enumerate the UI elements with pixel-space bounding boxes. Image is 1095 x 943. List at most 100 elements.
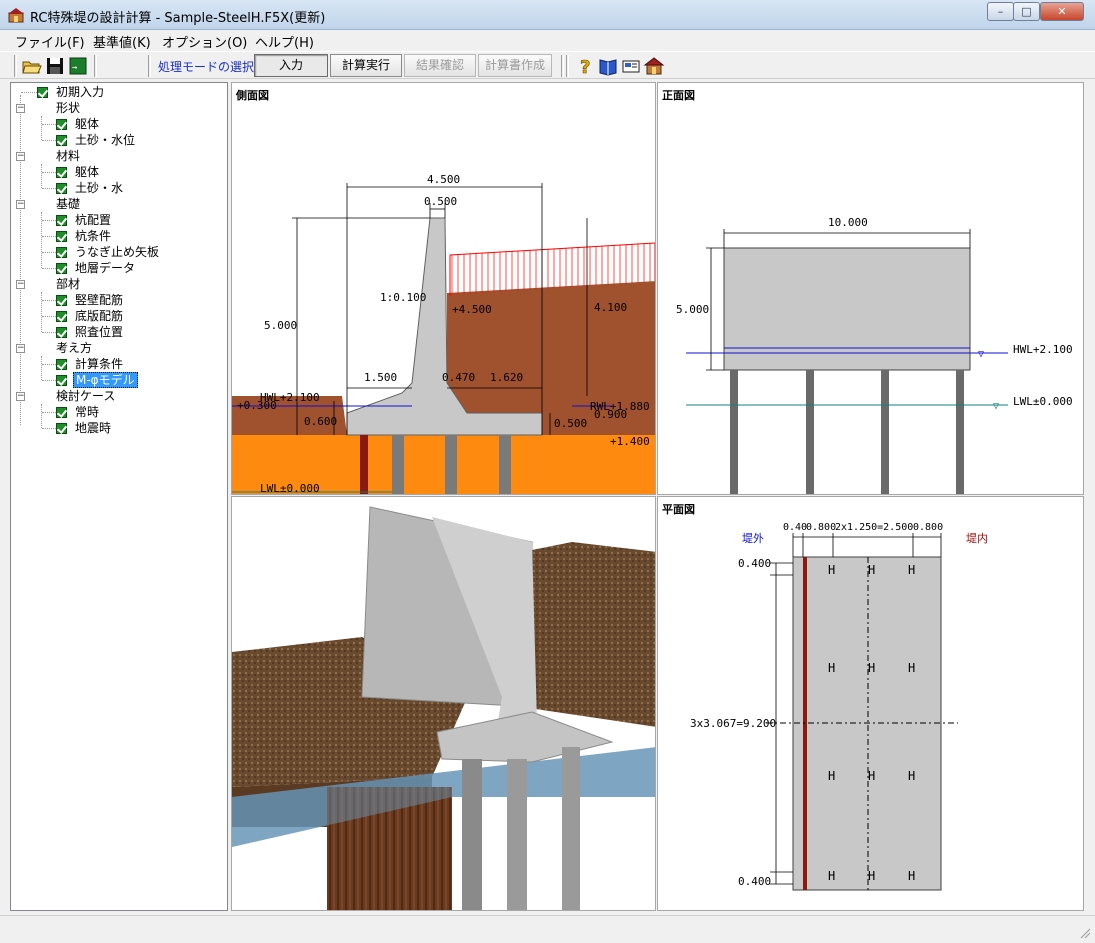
tree-check[interactable] bbox=[56, 311, 67, 322]
tree-line bbox=[42, 412, 56, 413]
tree-item-pile-layout[interactable]: 杭配置 bbox=[75, 213, 111, 227]
3d-model-drawing bbox=[232, 497, 655, 910]
tree-line bbox=[21, 92, 37, 93]
tree-group-member[interactable]: 部材 bbox=[56, 277, 80, 291]
dim-slope: 1:0.100 bbox=[380, 291, 426, 304]
tree-item-seismic[interactable]: 地震時 bbox=[75, 421, 111, 435]
open-folder-icon[interactable] bbox=[21, 55, 43, 77]
collapse-toggle[interactable]: − bbox=[16, 104, 25, 113]
collapse-toggle[interactable]: − bbox=[16, 344, 25, 353]
tree-check[interactable] bbox=[56, 407, 67, 418]
tree-item-normal[interactable]: 常時 bbox=[75, 405, 99, 419]
report-button[interactable]: 計算書作成 bbox=[478, 54, 552, 77]
tree-line bbox=[42, 300, 56, 301]
tree-item-material-soil[interactable]: 土砂・水 bbox=[75, 181, 123, 195]
minimize-button[interactable]: – bbox=[987, 2, 1014, 21]
tree-item-m-phi-model[interactable]: M-φモデル bbox=[73, 372, 138, 388]
3d-view-pane[interactable] bbox=[231, 496, 656, 911]
export-icon[interactable]: → bbox=[67, 55, 89, 77]
tree-check[interactable] bbox=[56, 183, 67, 194]
plan-dim-b: 0.800 bbox=[806, 522, 836, 533]
front-wall bbox=[723, 247, 971, 371]
collapse-toggle[interactable]: − bbox=[16, 200, 25, 209]
toolbar: → 処理モードの選択 入力 計算実行 結果確認 計算書作成 ? bbox=[0, 51, 1095, 79]
save-icon[interactable] bbox=[44, 55, 66, 77]
tree-check[interactable] bbox=[56, 215, 67, 226]
dim-d1: 0.470 bbox=[442, 371, 475, 384]
tree-line bbox=[41, 404, 42, 428]
menu-standard[interactable]: 基準値(K) bbox=[93, 32, 151, 51]
plan-view-pane[interactable]: 平面図 H H H H H H H H H H H H 堤外 堤内 0.40 0.800 2x1.25… bbox=[657, 496, 1084, 911]
3d-back-soil bbox=[522, 542, 655, 727]
help-icon[interactable]: ? bbox=[574, 55, 596, 77]
tree-line bbox=[42, 140, 56, 141]
toolbar-separator bbox=[94, 55, 97, 77]
input-button[interactable]: 入力 bbox=[254, 54, 328, 77]
tree-check[interactable] bbox=[37, 87, 48, 98]
tree-check[interactable] bbox=[56, 263, 67, 274]
tree-item-stratum[interactable]: 地層データ bbox=[75, 261, 135, 275]
tree-item-calc-condition[interactable]: 計算条件 bbox=[75, 357, 123, 371]
tree-check[interactable] bbox=[56, 327, 67, 338]
tree-line bbox=[42, 332, 56, 333]
svg-text:→: → bbox=[72, 63, 78, 73]
tree-item-pile-condition[interactable]: 杭条件 bbox=[75, 229, 111, 243]
tree-item-shape-soil[interactable]: 土砂・水位 bbox=[75, 133, 135, 147]
menu-option[interactable]: オプション(O) bbox=[162, 32, 247, 51]
toolbar-separator bbox=[566, 55, 569, 77]
front-hwl-label: HWL+2.100 bbox=[1013, 343, 1073, 356]
home-icon[interactable] bbox=[643, 55, 665, 77]
tree-item-check-position[interactable]: 照査位置 bbox=[75, 325, 123, 339]
tree-item-material-body[interactable]: 躯体 bbox=[75, 165, 99, 179]
plan-view-title: 平面図 bbox=[662, 503, 695, 516]
tree-item-shape-body[interactable]: 躯体 bbox=[75, 117, 99, 131]
tree-line bbox=[20, 95, 21, 425]
collapse-toggle[interactable]: − bbox=[16, 392, 25, 401]
tree-group-material[interactable]: 材料 bbox=[56, 149, 80, 163]
tree-group-foundation[interactable]: 基礎 bbox=[56, 197, 80, 211]
calculate-button[interactable]: 計算実行 bbox=[330, 54, 402, 77]
tree-line bbox=[42, 316, 56, 317]
menu-file[interactable]: ファイル(F) bbox=[15, 32, 85, 51]
tree-item-initial-input[interactable]: 初期入力 bbox=[56, 85, 104, 99]
tree-item-sheet-pile[interactable]: うなぎ止め矢板 bbox=[75, 245, 159, 259]
tree-check[interactable] bbox=[56, 119, 67, 130]
collapse-toggle[interactable]: − bbox=[16, 280, 25, 289]
front-view-pane[interactable]: 正面図 10.000 5.000 ▽ HWL+2.100 ▽ LWL±0.000 bbox=[657, 82, 1084, 495]
close-button[interactable]: ✕ bbox=[1040, 2, 1084, 21]
result-button[interactable]: 結果確認 bbox=[404, 54, 476, 77]
tree-check[interactable] bbox=[56, 295, 67, 306]
plan-inside-label: 堤内 bbox=[966, 531, 988, 545]
plan-view-drawing: H H H H H H H H H H H H 堤外 堤内 0.40 0.800 2x1.250=2.… bbox=[690, 522, 988, 891]
tree-item-wall-rebar[interactable]: 竪壁配筋 bbox=[75, 293, 123, 307]
tree-group-shape[interactable]: 形状 bbox=[56, 101, 80, 115]
tree-group-cases[interactable]: 検討ケース bbox=[56, 389, 115, 403]
3d-pile bbox=[562, 747, 580, 910]
manual-book-icon[interactable] bbox=[597, 55, 619, 77]
tree-check[interactable] bbox=[56, 231, 67, 242]
tree-check[interactable] bbox=[56, 375, 67, 386]
mail-icon[interactable] bbox=[620, 55, 642, 77]
tree-line bbox=[42, 236, 56, 237]
tree-check[interactable] bbox=[56, 247, 67, 258]
tree-check[interactable] bbox=[56, 423, 67, 434]
front-pile bbox=[956, 370, 964, 494]
tree-item-slab-rebar[interactable]: 底版配筋 bbox=[75, 309, 123, 323]
tree-check[interactable] bbox=[56, 167, 67, 178]
tree-check[interactable] bbox=[56, 135, 67, 146]
front-dim-width: 10.000 bbox=[828, 216, 868, 229]
maximize-button[interactable]: □ bbox=[1013, 2, 1040, 21]
menu-help[interactable]: ヘルプ(H) bbox=[255, 32, 314, 51]
dim-base-thickness: 0.600 bbox=[304, 415, 337, 428]
water-level-icon: ▽ bbox=[978, 349, 984, 360]
h-pile-mark: H bbox=[868, 563, 875, 577]
plan-dim-c: 2x1.250=2.500 bbox=[835, 522, 913, 533]
h-pile-mark: H bbox=[908, 661, 915, 675]
side-view-pane[interactable]: 側面図 4.500 0.500 5.000 1:0.100 +4.500 4.1… bbox=[231, 82, 656, 495]
tree-group-approach[interactable]: 考え方 bbox=[56, 341, 92, 355]
resize-grip-icon[interactable] bbox=[1079, 927, 1091, 939]
dim-toe: 1.500 bbox=[364, 371, 397, 384]
tree-line bbox=[42, 268, 56, 269]
collapse-toggle[interactable]: − bbox=[16, 152, 25, 161]
tree-check[interactable] bbox=[56, 359, 67, 370]
